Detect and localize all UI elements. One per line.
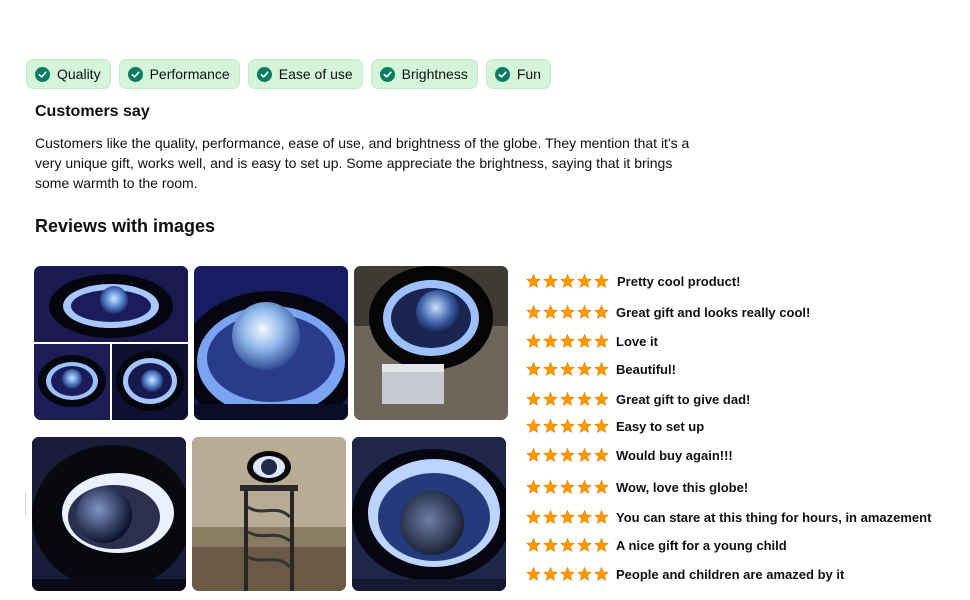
review-item[interactable]: Great gift to give dad!	[525, 388, 750, 410]
star-rating-icon	[525, 479, 611, 495]
review-title: People and children are amazed by it	[616, 566, 845, 582]
star-rating-icon	[525, 391, 611, 407]
review-item[interactable]: Wow, love this globe!	[525, 476, 748, 498]
review-title: Beautiful!	[616, 361, 676, 377]
floating-globe-collage-image[interactable]	[34, 266, 188, 420]
scroll-edge	[25, 492, 26, 516]
checkmark-icon	[379, 66, 395, 82]
review-item[interactable]: You can stare at this thing for hours, i…	[525, 506, 931, 528]
review-title: You can stare at this thing for hours, i…	[616, 509, 932, 525]
tag-label: Performance	[149, 66, 230, 82]
review-title: Wow, love this globe!	[616, 479, 749, 495]
review-title: Great gift and looks really cool!	[616, 304, 811, 320]
review-title: Would buy again!!!	[616, 447, 733, 463]
reviews-with-images-title: Reviews with images	[35, 216, 216, 236]
tag-label: Brightness	[401, 66, 468, 82]
review-item[interactable]: Beautiful!	[525, 358, 676, 380]
floating-globe-on-table-image[interactable]	[354, 266, 508, 420]
star-rating-icon	[525, 566, 611, 582]
floating-globe-closeup-image[interactable]	[194, 266, 348, 420]
star-rating-icon	[525, 273, 611, 289]
tag-quality[interactable]: Quality	[26, 59, 111, 89]
tag-label: Quality	[57, 66, 101, 82]
review-item[interactable]: Love it	[525, 330, 658, 352]
tag-ease-of-use[interactable]: Ease of use	[247, 59, 363, 89]
customers-say-summary: Customers like the quality, performance,…	[35, 135, 690, 191]
review-item[interactable]: Pretty cool product!	[525, 270, 741, 292]
review-title: A nice gift for a young child	[616, 537, 787, 553]
checkmark-icon	[127, 66, 143, 82]
star-rating-icon	[525, 447, 611, 463]
tag-label: Ease of use	[278, 66, 353, 82]
checkmark-icon	[35, 66, 50, 82]
tag-performance[interactable]: Performance	[118, 59, 240, 89]
checkmark-icon	[256, 66, 272, 82]
star-rating-icon	[525, 537, 611, 553]
review-item[interactable]: People and children are amazed by it	[525, 563, 844, 585]
review-item[interactable]: A nice gift for a young child	[525, 534, 787, 556]
star-rating-icon	[525, 509, 611, 525]
review-title: Easy to set up	[616, 418, 705, 434]
floating-globe-top-view-image[interactable]	[352, 437, 506, 591]
review-title: Great gift to give dad!	[616, 391, 751, 407]
reviews-section: Quality Performance Ease of use Brightne…	[0, 0, 970, 600]
star-rating-icon	[525, 333, 611, 349]
star-rating-icon	[525, 361, 611, 377]
checkmark-icon	[494, 66, 510, 82]
customers-say-title: Customers say	[35, 103, 150, 120]
floating-globe-on-stand-image[interactable]	[192, 437, 346, 591]
review-item[interactable]: Easy to set up	[525, 415, 704, 437]
review-aspect-tags: Quality Performance Ease of use Brightne…	[26, 59, 551, 89]
tag-fun[interactable]: Fun	[485, 59, 551, 89]
tags-divider	[537, 62, 538, 84]
review-title: Pretty cool product!	[617, 273, 741, 289]
review-title: Love it	[616, 333, 658, 349]
floating-globe-dark-image[interactable]	[32, 437, 186, 591]
star-rating-icon	[525, 304, 611, 320]
star-rating-icon	[525, 418, 611, 434]
review-item[interactable]: Great gift and looks really cool!	[525, 301, 810, 323]
review-item[interactable]: Would buy again!!!	[525, 444, 733, 466]
tag-brightness[interactable]: Brightness	[370, 59, 478, 89]
